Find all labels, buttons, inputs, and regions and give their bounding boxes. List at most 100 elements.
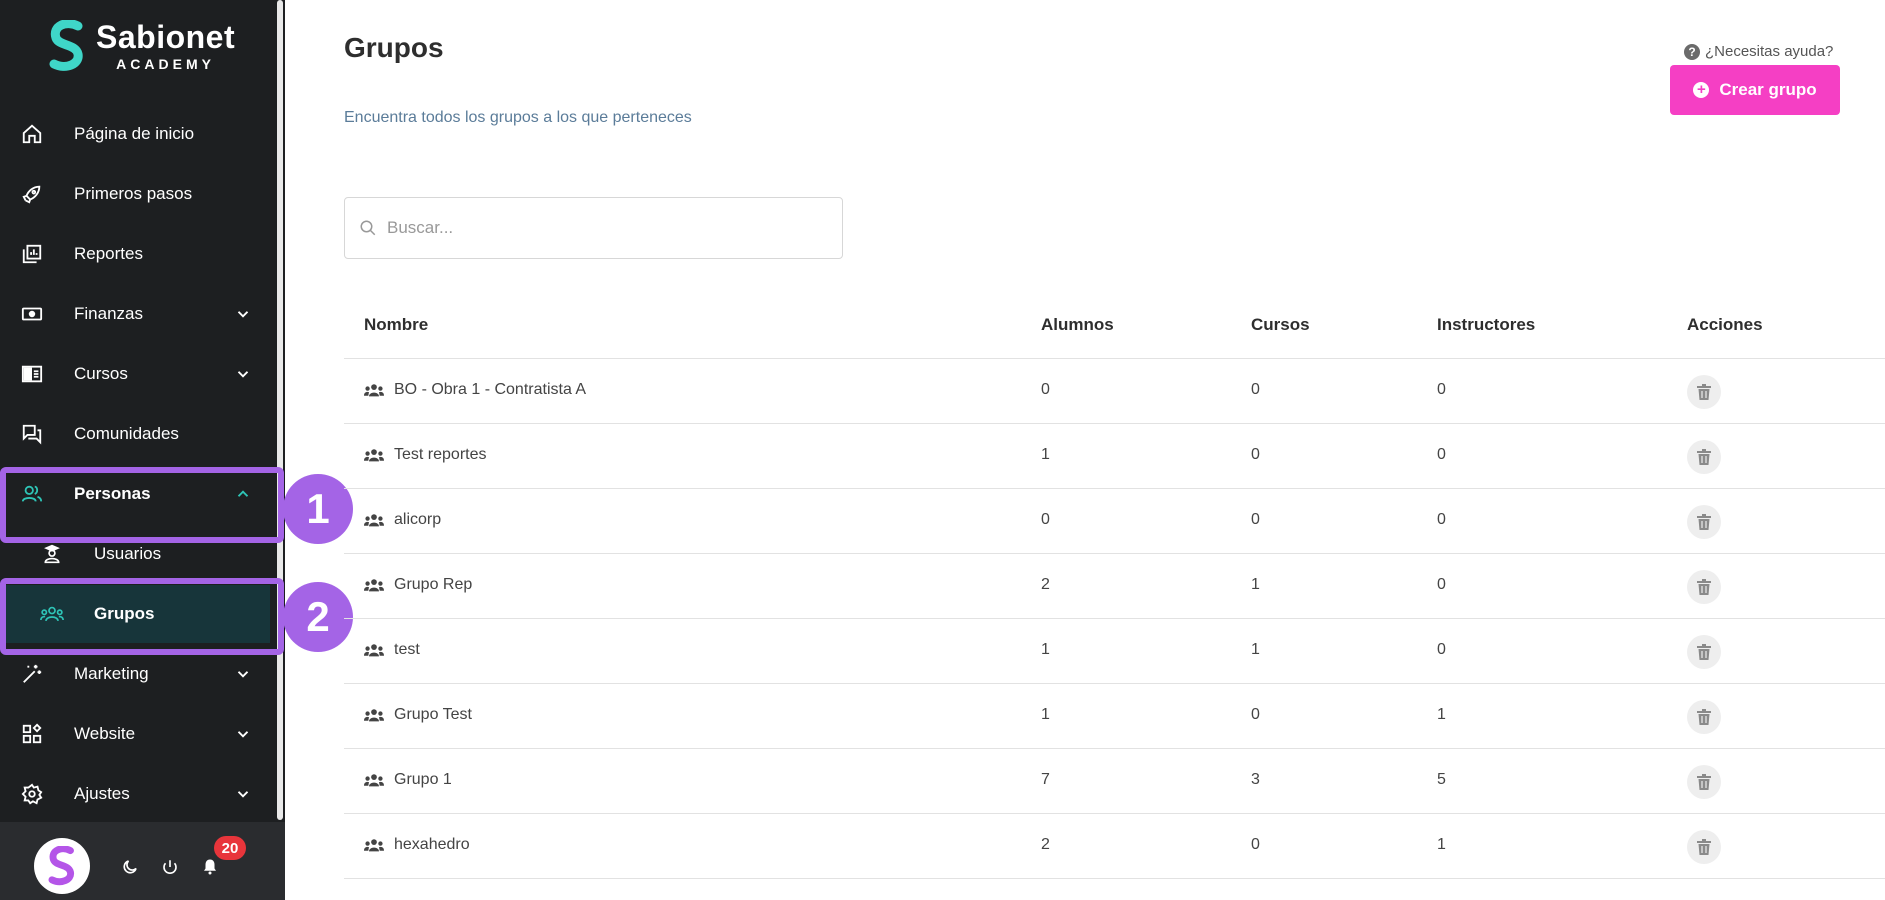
sidebar-item-label: Comunidades: [74, 424, 179, 443]
sidebar-item-website[interactable]: Website: [0, 704, 270, 764]
sidebar-item-primeros-pasos[interactable]: Primeros pasos: [0, 164, 270, 224]
search-icon: [360, 220, 376, 236]
trash-icon: [1697, 774, 1711, 790]
step-badge-2: 2: [283, 582, 353, 652]
group-icon: [364, 514, 384, 527]
group-name-cell[interactable]: Grupo 1: [364, 771, 452, 789]
instructores-cell: 1: [1437, 706, 1446, 723]
help-link[interactable]: ? ¿Necesitas ayuda?: [1684, 43, 1833, 60]
sidebar-item-label: Reportes: [74, 244, 143, 263]
column-header-acciones: Acciones: [1687, 315, 1763, 334]
home-icon: [20, 122, 44, 146]
instructores-cell: 1: [1437, 836, 1446, 853]
courses-icon: [20, 362, 44, 386]
sidebar-item-inicio[interactable]: Página de inicio: [0, 104, 270, 164]
chevron-down-icon: [237, 371, 249, 378]
trash-icon: [1697, 644, 1711, 660]
power-icon[interactable]: [159, 856, 181, 878]
gear-icon: [20, 782, 44, 806]
column-header-instructores[interactable]: Instructores: [1437, 315, 1535, 335]
delete-group-button[interactable]: [1687, 440, 1721, 474]
table-row[interactable]: test 1 1 0: [344, 619, 1885, 684]
sidebar-item-cursos[interactable]: Cursos: [0, 344, 270, 404]
chevron-down-icon: [237, 671, 249, 678]
group-icon: [364, 579, 384, 592]
delete-group-button[interactable]: [1687, 505, 1721, 539]
group-name: Test reportes: [394, 446, 487, 463]
table-row[interactable]: alicorp 0 0 0: [344, 489, 1885, 554]
trash-icon: [1697, 449, 1711, 465]
table-row[interactable]: Grupo 1 7 3 5: [344, 749, 1885, 814]
question-circle-icon: ?: [1684, 43, 1700, 60]
sidebar-footer: [0, 822, 285, 900]
alumnos-cell: 0: [1041, 511, 1050, 528]
page-subtitle: Encuentra todos los grupos a los que per…: [344, 109, 692, 126]
sidebar-scrollbar[interactable]: [277, 0, 283, 820]
trash-icon: [1697, 579, 1711, 595]
sidebar-item-ajustes[interactable]: Ajustes: [0, 764, 270, 824]
sidebar-item-label: Website: [74, 724, 136, 743]
group-name-cell[interactable]: Grupo Test: [364, 706, 472, 724]
instructores-cell: 0: [1437, 446, 1446, 463]
brand-logo[interactable]: Sabionet ACADEMY: [48, 20, 235, 72]
create-group-button[interactable]: + Crear grupo: [1670, 65, 1840, 115]
delete-group-button[interactable]: [1687, 570, 1721, 604]
sidebar-subitem-label: Usuarios: [94, 544, 162, 563]
group-name: Grupo 1: [394, 771, 452, 788]
alumnos-cell: 1: [1041, 641, 1050, 658]
sidebar: Sabionet ACADEMY Página de inicio Primer…: [0, 0, 285, 900]
search-input[interactable]: [387, 218, 827, 238]
cursos-cell: 0: [1251, 511, 1260, 528]
alumnos-cell: 0: [1041, 381, 1050, 398]
sidebar-item-reportes[interactable]: Reportes: [0, 224, 270, 284]
sidebar-item-label: Cursos: [74, 364, 128, 383]
table-row[interactable]: Test reportes 1 0 0: [344, 424, 1885, 489]
bell-icon[interactable]: [199, 856, 221, 878]
column-header-alumnos[interactable]: Alumnos: [1041, 315, 1114, 335]
delete-group-button[interactable]: [1687, 830, 1721, 864]
sidebar-item-comunidades[interactable]: Comunidades: [0, 404, 270, 464]
cursos-cell: 0: [1251, 706, 1260, 723]
app-root: Sabionet ACADEMY Página de inicio Primer…: [0, 0, 1885, 900]
group-icon: [364, 709, 384, 722]
sidebar-item-label: Ajustes: [74, 784, 130, 803]
cursos-cell: 3: [1251, 771, 1260, 788]
group-icon: [364, 774, 384, 787]
trash-icon: [1697, 514, 1711, 530]
group-name-cell[interactable]: Grupo Rep: [364, 576, 472, 594]
money-icon: [20, 302, 44, 326]
table-row[interactable]: BO - Obra 1 - Contratista A 0 0 0: [344, 359, 1885, 424]
help-label: ¿Necesitas ayuda?: [1705, 43, 1834, 60]
group-name-cell[interactable]: Test reportes: [364, 446, 486, 464]
trash-icon: [1697, 709, 1711, 725]
column-header-cursos[interactable]: Cursos: [1251, 315, 1310, 335]
group-name-cell[interactable]: hexahedro: [364, 836, 470, 854]
alumnos-cell: 1: [1041, 446, 1050, 463]
group-name: hexahedro: [394, 836, 470, 853]
group-name-cell[interactable]: alicorp: [364, 511, 441, 529]
alumnos-cell: 7: [1041, 771, 1050, 788]
sabionet-logo-icon: [49, 20, 83, 71]
group-name-cell[interactable]: test: [364, 641, 420, 659]
group-name: Grupo Test: [394, 706, 472, 723]
delete-group-button[interactable]: [1687, 765, 1721, 799]
group-icon: [364, 839, 384, 852]
group-name-cell[interactable]: BO - Obra 1 - Contratista A: [364, 381, 586, 399]
trash-icon: [1697, 839, 1711, 855]
instructores-cell: 0: [1437, 511, 1446, 528]
table-row[interactable]: Grupo Test 1 0 1: [344, 684, 1885, 749]
delete-group-button[interactable]: [1687, 635, 1721, 669]
instructores-cell: 0: [1437, 576, 1446, 593]
delete-group-button[interactable]: [1687, 700, 1721, 734]
group-name: BO - Obra 1 - Contratista A: [394, 381, 587, 398]
table-row[interactable]: hexahedro 2 0 1: [344, 814, 1885, 879]
delete-group-button[interactable]: [1687, 375, 1721, 409]
cursos-cell: 0: [1251, 446, 1260, 463]
column-header-nombre[interactable]: Nombre: [364, 315, 428, 335]
sidebar-item-label: Primeros pasos: [74, 184, 193, 203]
dark-mode-icon[interactable]: [119, 856, 141, 878]
avatar[interactable]: [34, 838, 90, 894]
sidebar-item-finanzas[interactable]: Finanzas: [0, 284, 270, 344]
table-row[interactable]: Grupo Rep 2 1 0: [344, 554, 1885, 619]
search-field[interactable]: [344, 197, 843, 259]
